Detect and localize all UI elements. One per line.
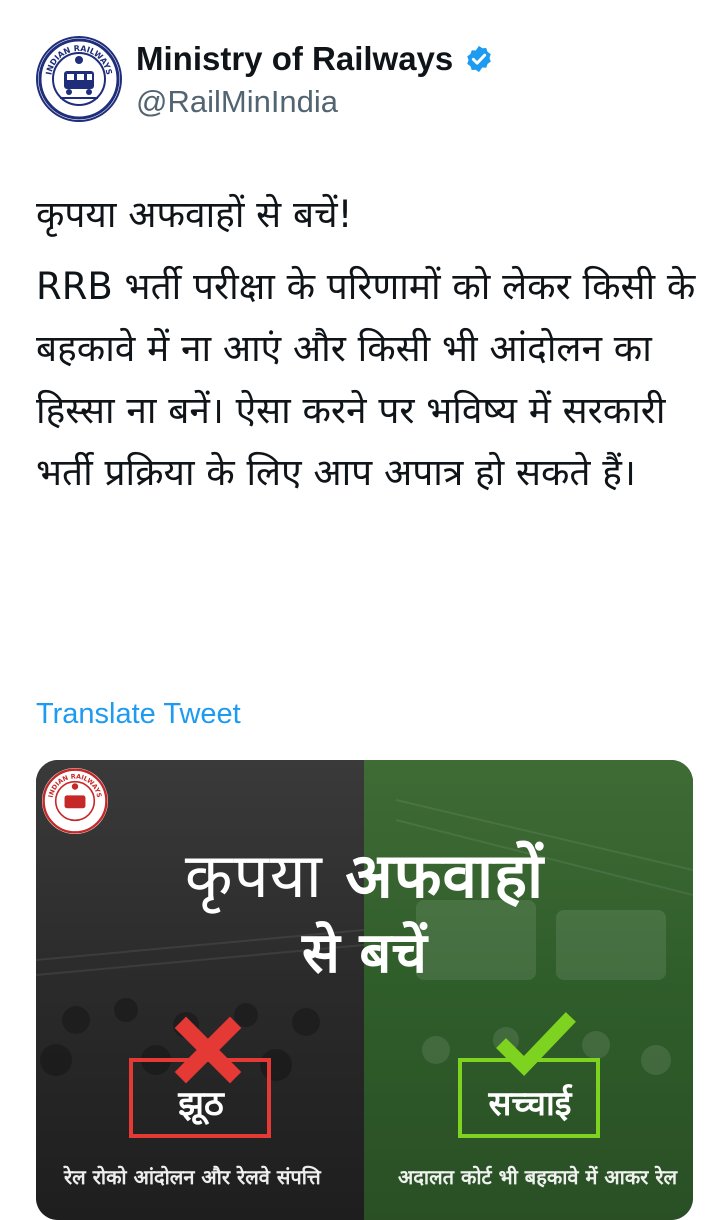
poster-caption-left: रेल रोको आंदोलन और रेलवे संपत्ति [64, 1165, 321, 1189]
tweet-body: RRB भर्ती परीक्षा के परिणामों को लेकर कि… [36, 265, 696, 494]
tweet-header: INDIAN RAILWAYS Ministry of Railways @Ra… [36, 32, 696, 128]
avatar[interactable]: INDIAN RAILWAYS [36, 36, 122, 122]
indian-railways-logo-small: INDIAN RAILWAYS [42, 768, 108, 834]
poster-caption-right: अदालत कोर्ट भी बहकावे में आकर रेल [398, 1165, 678, 1189]
tweet-text: कृपया अफवाहों से बचें! RRB भर्ती परीक्षा… [36, 184, 708, 504]
true-label: सच्चाई [488, 1084, 572, 1124]
translate-tweet-link[interactable]: Translate Tweet [36, 694, 241, 734]
poster-title-line2: से बचें [302, 921, 427, 986]
poster-title-word2: अफवाहों [345, 839, 545, 912]
poster-title-word1: कृपया [184, 839, 323, 912]
false-label: झूठ [178, 1084, 224, 1124]
indian-railways-logo: INDIAN RAILWAYS [38, 38, 120, 120]
verified-badge-icon [467, 45, 492, 73]
poster-title-line1: कृपया अफवाहों [36, 836, 693, 916]
display-name[interactable]: Ministry of Railways [136, 38, 453, 80]
poster-logo: INDIAN RAILWAYS [42, 768, 108, 834]
handle[interactable]: @RailMinIndia [136, 82, 494, 122]
tweet-headline: कृपया अफवाहों से बचें! [36, 193, 353, 236]
